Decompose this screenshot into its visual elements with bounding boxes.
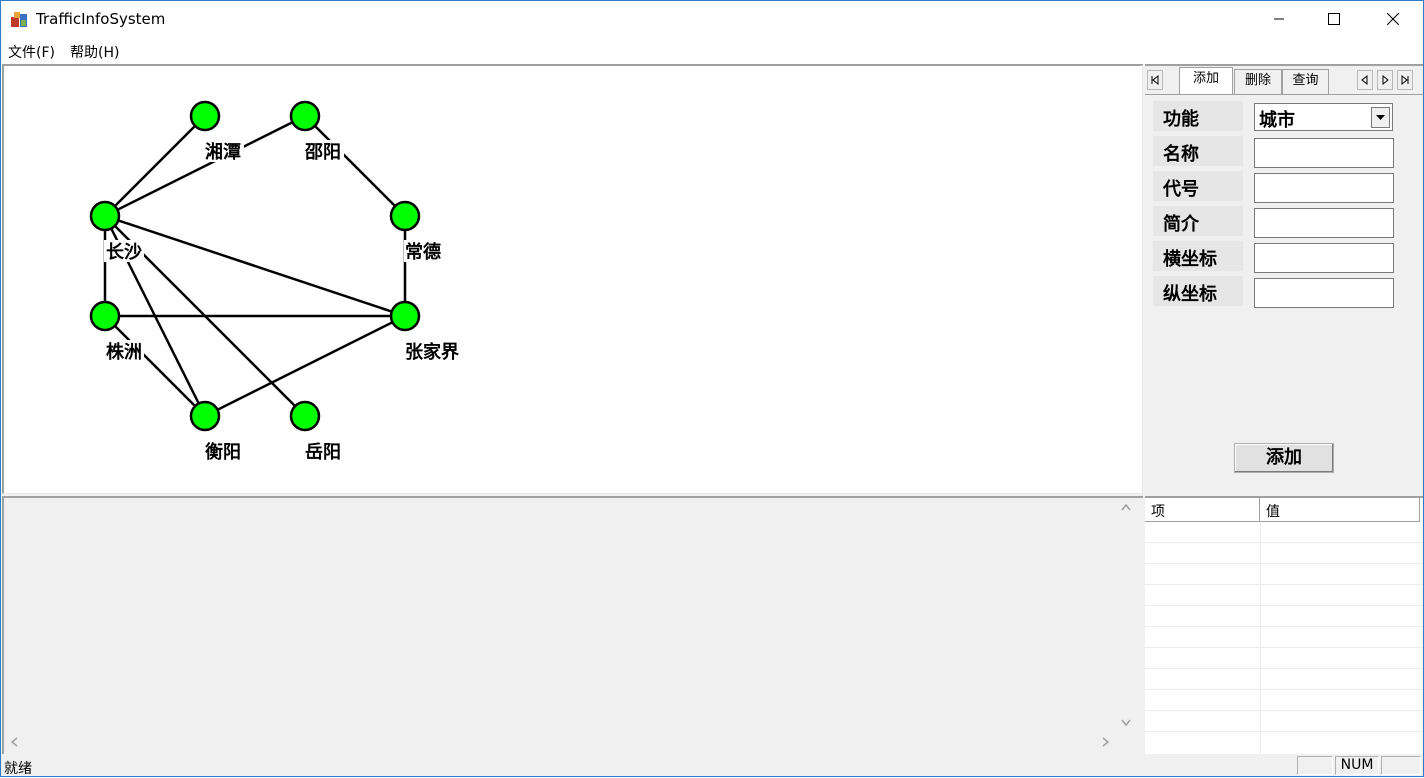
first-icon xyxy=(1151,74,1159,86)
city-label: 株洲 xyxy=(106,341,142,363)
graph-view[interactable]: 湘潭 邵阳 长沙 常德 株洲 张家界 衡阳 岳阳 xyxy=(2,64,1143,494)
close-button[interactable] xyxy=(1370,1,1416,37)
app-icon xyxy=(11,12,27,27)
menu-bar: 文件(F) 帮助(H) xyxy=(1,39,1423,63)
x-coord-input[interactable] xyxy=(1254,243,1394,273)
list-row[interactable] xyxy=(1145,543,1423,564)
window-title: TrafficInfoSystem xyxy=(36,10,166,28)
road-edges xyxy=(103,114,407,418)
scroll-down-icon[interactable] xyxy=(1121,716,1131,730)
next-icon xyxy=(1382,74,1389,86)
main-window: TrafficInfoSystem 文件(F) 帮助(H) 湘潭 邵阳 长沙 常… xyxy=(0,0,1424,777)
city-node-yueyang[interactable] xyxy=(289,400,321,432)
scroll-up-icon[interactable] xyxy=(1121,500,1131,514)
status-pane-caps xyxy=(1297,756,1333,775)
intro-input[interactable] xyxy=(1254,208,1394,238)
list-row[interactable] xyxy=(1145,585,1423,606)
minimize-button[interactable] xyxy=(1256,1,1302,37)
city-node-hengyang[interactable] xyxy=(189,400,221,432)
edit-panel: 添加 删除 查询 功能 城市 名称 代号 简介 横坐标 纵坐标 添加 xyxy=(1145,64,1423,494)
scroll-left-icon[interactable] xyxy=(10,736,18,750)
x-coord-label-box: 横坐标 xyxy=(1153,241,1243,271)
y-coord-label: 纵坐标 xyxy=(1163,284,1217,305)
status-pane-num: NUM xyxy=(1335,756,1379,775)
list-row[interactable] xyxy=(1145,669,1423,690)
list-row[interactable] xyxy=(1145,627,1423,648)
function-select[interactable]: 城市 xyxy=(1254,103,1393,131)
edge xyxy=(104,115,206,217)
edge xyxy=(104,315,206,417)
tab-delete[interactable]: 删除 xyxy=(1234,69,1282,94)
scroll-right-icon[interactable] xyxy=(1102,736,1110,750)
list-row[interactable] xyxy=(1145,648,1423,669)
name-label-box: 名称 xyxy=(1153,136,1243,166)
intro-label: 简介 xyxy=(1163,214,1199,235)
function-select-value: 城市 xyxy=(1259,110,1295,131)
city-label: 衡阳 xyxy=(205,441,241,463)
intro-label-box: 简介 xyxy=(1153,206,1243,236)
name-label: 名称 xyxy=(1163,144,1199,165)
prev-icon xyxy=(1361,74,1368,86)
property-list[interactable]: 项 值 xyxy=(1145,496,1423,756)
minimize-icon xyxy=(1274,18,1284,20)
menu-file[interactable]: 文件(F) xyxy=(8,42,55,62)
list-row[interactable] xyxy=(1145,606,1423,627)
city-node-shaoyang[interactable] xyxy=(289,100,321,132)
chevron-down-icon xyxy=(1376,115,1385,120)
name-input[interactable] xyxy=(1254,138,1394,168)
city-label: 长沙 xyxy=(106,242,142,263)
status-pane-scroll xyxy=(1381,756,1421,775)
list-row[interactable] xyxy=(1145,690,1423,711)
last-icon xyxy=(1401,74,1409,86)
list-row[interactable] xyxy=(1145,564,1423,585)
edge xyxy=(304,115,406,217)
menu-help[interactable]: 帮助(H) xyxy=(70,42,119,62)
column-header-value[interactable]: 值 xyxy=(1260,498,1420,522)
city-label: 岳阳 xyxy=(305,442,341,463)
tab-last-button[interactable] xyxy=(1397,70,1413,90)
add-button[interactable]: 添加 xyxy=(1234,443,1334,473)
dropdown-arrow-button[interactable] xyxy=(1371,107,1390,128)
city-graph: 湘潭 邵阳 长沙 常德 株洲 张家界 衡阳 岳阳 xyxy=(89,100,462,463)
title-bar: TrafficInfoSystem xyxy=(1,1,1423,37)
tab-divider xyxy=(1145,94,1423,95)
city-node-zhuzhou[interactable] xyxy=(89,300,121,332)
city-node-changsha[interactable] xyxy=(89,200,121,232)
city-label: 张家界 xyxy=(405,341,459,363)
tab-query[interactable]: 查询 xyxy=(1282,69,1329,94)
tab-first-button[interactable] xyxy=(1147,70,1163,90)
code-label-box: 代号 xyxy=(1153,171,1243,201)
code-label: 代号 xyxy=(1163,179,1199,200)
city-node-xiangtan[interactable] xyxy=(189,100,221,132)
tab-strip: 添加 删除 查询 xyxy=(1145,66,1423,95)
city-label: 常德 xyxy=(405,241,441,263)
function-label-box: 功能 xyxy=(1153,101,1243,131)
close-icon xyxy=(1387,13,1399,25)
maximize-icon xyxy=(1328,13,1340,25)
column-header-item[interactable]: 项 xyxy=(1145,498,1260,522)
city-node-changde[interactable] xyxy=(389,200,421,232)
city-label: 湘潭 xyxy=(205,141,241,163)
city-node-zhangjiajie[interactable] xyxy=(389,300,421,332)
list-row[interactable] xyxy=(1145,522,1423,543)
status-bar: 就绪 NUM xyxy=(1,754,1423,777)
x-coord-label: 横坐标 xyxy=(1163,249,1217,270)
y-coord-label-box: 纵坐标 xyxy=(1153,276,1243,306)
y-coord-input[interactable] xyxy=(1254,278,1394,308)
status-text: 就绪 xyxy=(4,761,32,777)
city-label: 邵阳 xyxy=(304,142,341,163)
tab-next-button[interactable] xyxy=(1377,70,1393,90)
function-label: 功能 xyxy=(1163,109,1199,130)
code-input[interactable] xyxy=(1254,173,1394,203)
maximize-button[interactable] xyxy=(1311,1,1357,37)
list-row[interactable] xyxy=(1145,711,1423,732)
tab-prev-button[interactable] xyxy=(1357,70,1373,90)
edge xyxy=(104,214,406,318)
output-pane[interactable] xyxy=(2,496,1143,754)
tab-add[interactable]: 添加 xyxy=(1179,67,1233,95)
